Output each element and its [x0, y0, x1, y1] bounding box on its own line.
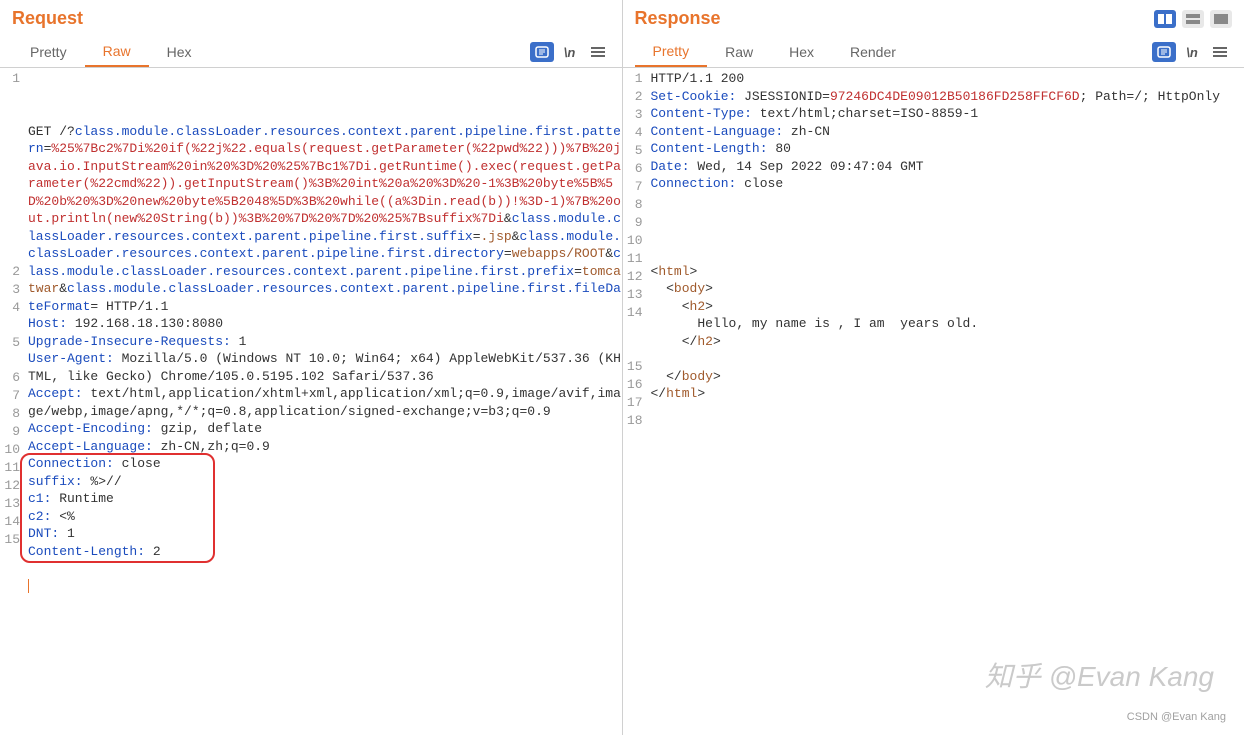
tab-request-pretty[interactable]: Pretty	[12, 38, 85, 66]
code-line[interactable]: DNT: 1	[28, 525, 622, 543]
code-line[interactable]	[28, 578, 622, 596]
code-line[interactable]	[651, 228, 1244, 246]
code-line[interactable]: c2: <%	[28, 508, 622, 526]
response-tabs: Pretty Raw Hex Render \n	[623, 37, 1244, 68]
tab-response-hex[interactable]: Hex	[771, 38, 832, 66]
code-line[interactable]: Content-Type: text/html;charset=ISO-8859…	[651, 105, 1244, 123]
response-title: Response	[635, 8, 1155, 29]
layout-toggle	[1154, 10, 1232, 28]
request-tabs: Pretty Raw Hex \n	[0, 37, 622, 68]
code-line[interactable]: Content-Length: 2	[28, 543, 622, 561]
request-code[interactable]: GET /?class.module.classLoader.resources…	[24, 68, 622, 735]
code-line[interactable]: GET /?class.module.classLoader.resources…	[28, 123, 622, 316]
code-line[interactable]: <body>	[651, 280, 1244, 298]
code-line[interactable]: User-Agent: Mozilla/5.0 (Windows NT 10.0…	[28, 350, 622, 385]
tab-request-raw[interactable]: Raw	[85, 37, 149, 67]
code-line[interactable]: Upgrade-Insecure-Requests: 1	[28, 333, 622, 351]
request-content[interactable]: 123456789101112131415 GET /?class.module…	[0, 68, 622, 735]
code-line[interactable]: Connection: close	[651, 175, 1244, 193]
tab-response-raw[interactable]: Raw	[707, 38, 771, 66]
code-line[interactable]: Connection: close	[28, 455, 622, 473]
code-line[interactable]: Hello, my name is , I am years old.	[651, 315, 1244, 333]
code-line[interactable]: HTTP/1.1 200	[651, 70, 1244, 88]
code-line[interactable]	[28, 560, 622, 578]
hamburger-icon[interactable]	[586, 42, 610, 62]
request-gutter: 123456789101112131415	[0, 68, 24, 735]
code-line[interactable]	[651, 210, 1244, 228]
code-line[interactable]: Accept: text/html,application/xhtml+xml,…	[28, 385, 622, 420]
code-line[interactable]: c1: Runtime	[28, 490, 622, 508]
code-line[interactable]: </html>	[651, 385, 1244, 403]
response-code[interactable]: HTTP/1.1 200 Set-Cookie: JSESSIONID=9724…	[647, 68, 1244, 735]
response-header: Response	[623, 0, 1244, 37]
response-panel: Response Pretty Raw Hex Render \n 123456…	[623, 0, 1244, 735]
code-line[interactable]: <h2>	[651, 298, 1244, 316]
wrap-toggle-icon[interactable]: \n	[558, 42, 582, 62]
code-line[interactable]	[651, 193, 1244, 211]
code-line[interactable]: Content-Length: 80	[651, 140, 1244, 158]
code-line[interactable]: <html>	[651, 263, 1244, 281]
response-content[interactable]: 123456789101112131415161718 HTTP/1.1 200…	[623, 68, 1244, 735]
code-line[interactable]: Accept-Language: zh-CN,zh;q=0.9	[28, 438, 622, 456]
actions-icon[interactable]	[530, 42, 554, 62]
tab-response-render[interactable]: Render	[832, 38, 914, 66]
response-gutter: 123456789101112131415161718	[623, 68, 647, 735]
code-line[interactable]: Set-Cookie: JSESSIONID=97246DC4DE09012B5…	[651, 88, 1244, 106]
wrap-toggle-icon[interactable]: \n	[1180, 42, 1204, 62]
code-line[interactable]: Content-Language: zh-CN	[651, 123, 1244, 141]
tab-response-pretty[interactable]: Pretty	[635, 37, 708, 67]
code-line[interactable]: Date: Wed, 14 Sep 2022 09:47:04 GMT	[651, 158, 1244, 176]
code-line[interactable]: Accept-Encoding: gzip, deflate	[28, 420, 622, 438]
hamburger-icon[interactable]	[1208, 42, 1232, 62]
code-line[interactable]	[651, 245, 1244, 263]
layout-rows-icon[interactable]	[1182, 10, 1204, 28]
code-line[interactable]: </body>	[651, 368, 1244, 386]
code-line[interactable]	[651, 350, 1244, 368]
tab-request-hex[interactable]: Hex	[149, 38, 210, 66]
request-panel: Request Pretty Raw Hex \n 12345678910111…	[0, 0, 623, 735]
main-container: Request Pretty Raw Hex \n 12345678910111…	[0, 0, 1244, 735]
layout-columns-icon[interactable]	[1154, 10, 1176, 28]
request-title: Request	[12, 8, 610, 29]
code-line[interactable]: suffix: %>//	[28, 473, 622, 491]
layout-combined-icon[interactable]	[1210, 10, 1232, 28]
code-line[interactable]: </h2>	[651, 333, 1244, 351]
code-line[interactable]	[651, 403, 1244, 421]
request-header: Request	[0, 0, 622, 37]
code-line[interactable]: Host: 192.168.18.130:8080	[28, 315, 622, 333]
actions-icon[interactable]	[1152, 42, 1176, 62]
